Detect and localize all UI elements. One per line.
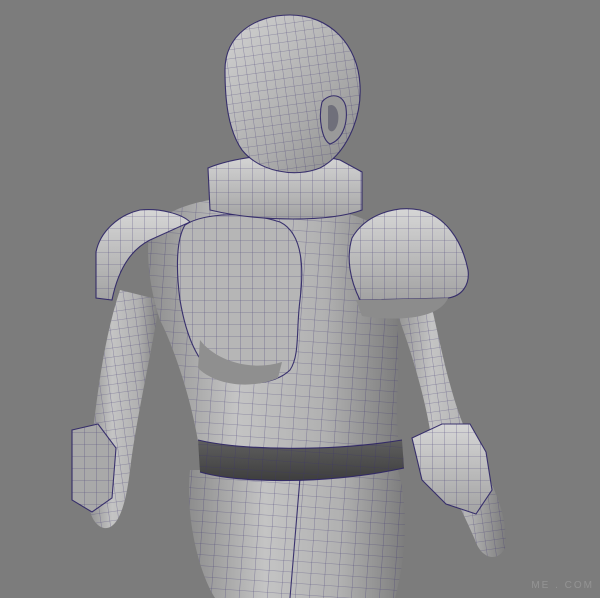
right-shoulder-pad-mesh	[348, 208, 469, 319]
watermark-text: ME . COM	[531, 580, 594, 591]
head-mesh	[224, 14, 361, 174]
character-wireframe-model	[71, 14, 506, 598]
right-bracer-mesh	[411, 423, 493, 515]
3d-viewport[interactable]: ME . COM	[0, 0, 600, 598]
hips-mesh	[189, 470, 406, 598]
